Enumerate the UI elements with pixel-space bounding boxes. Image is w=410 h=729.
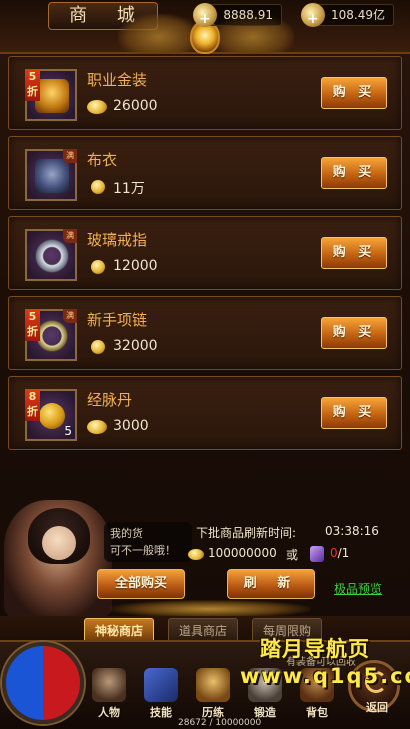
item-price: 12000 xyxy=(87,257,247,279)
skill-book-icon xyxy=(144,668,178,702)
hud-training-button[interactable]: 历练 xyxy=(190,668,236,722)
npc-speech-bubble: 我的货 可不一般哦！ xyxy=(104,522,192,562)
item-slot[interactable]: 满 xyxy=(25,149,77,201)
golden-armor-icon xyxy=(35,79,69,113)
watermark-url: www.q1q5.com xyxy=(240,664,410,688)
buy-button[interactable]: 购 买 xyxy=(321,317,387,349)
cloth-armor-icon xyxy=(35,159,69,193)
gold-coin-icon xyxy=(91,180,105,194)
ingot-icon xyxy=(188,549,204,560)
item-price: 11万 xyxy=(87,177,247,199)
buy-button[interactable]: 购 买 xyxy=(321,77,387,109)
hud-skill-button[interactable]: 技能 xyxy=(138,668,184,722)
buy-button[interactable]: 购 买 xyxy=(321,397,387,429)
ingot-icon xyxy=(87,100,107,114)
hp-mp-orb xyxy=(2,642,84,724)
shop-item-row: 5折 职业金装 26000 购 买 xyxy=(8,56,402,130)
shop-item-row: 5折 满 新手项链 32000 购 买 xyxy=(8,296,402,370)
refresh-label: 下批商品刷新时间: xyxy=(196,526,297,540)
shop-screen: 商 城 + 8888.91 + 108.49亿 5折 职业金装 26000 购 … xyxy=(0,0,410,729)
shop-item-row: 8折 5 经脉丹 3000 购 买 xyxy=(8,376,402,450)
item-quantity: 5 xyxy=(64,424,72,438)
item-slot[interactable]: 5折 xyxy=(25,69,77,121)
item-price: 26000 xyxy=(87,97,247,119)
currency-gold-display[interactable]: + 108.49亿 xyxy=(301,3,394,27)
buy-button[interactable]: 购 买 xyxy=(321,157,387,189)
item-name: 布衣 xyxy=(87,151,118,169)
item-name: 玻璃戒指 xyxy=(87,231,148,249)
refresh-countdown: 03:38:16 xyxy=(325,524,379,538)
ring-icon xyxy=(35,239,69,273)
shop-item-list: 5折 职业金装 26000 购 买 满 布衣 11万 购 买 满 玻璃戒指 12… xyxy=(8,56,402,506)
discount-badge: 5折 xyxy=(25,309,40,341)
refresh-token-icon xyxy=(310,546,324,562)
npc-speech-text: 我的货 可不一般哦！ xyxy=(110,527,176,557)
corner-tag: 满 xyxy=(63,229,77,243)
character-icon xyxy=(92,668,126,702)
merchant-npc-portrait xyxy=(4,500,112,618)
buy-all-button[interactable]: 全部购买 xyxy=(97,569,185,599)
hud-character-button[interactable]: 人物 xyxy=(86,668,132,722)
pill-icon xyxy=(39,403,65,429)
dragon-ornament-icon xyxy=(118,14,200,52)
refresh-cost-or: 或 xyxy=(286,548,299,562)
item-name: 新手项链 xyxy=(87,311,148,329)
ingot-icon xyxy=(87,420,107,434)
shop-item-row: 满 布衣 11万 购 买 xyxy=(8,136,402,210)
corner-tag: 满 xyxy=(63,149,77,163)
ingot-icon: + xyxy=(193,3,217,27)
refresh-cost-gold: 100000000 xyxy=(208,546,277,560)
item-slot[interactable]: 8折 5 xyxy=(25,389,77,441)
refresh-token-count: 0/1 xyxy=(330,546,350,560)
premium-preview-link[interactable]: 极品预览 xyxy=(334,580,382,597)
watermark-title: 踏月导航页 xyxy=(260,637,370,661)
exp-progress-text: 28672 / 10000000 xyxy=(178,718,262,728)
item-price: 3000 xyxy=(87,417,247,439)
ingot-amount: 8888.91 xyxy=(223,8,273,22)
gold-coin-icon xyxy=(91,340,105,354)
item-name: 职业金装 xyxy=(87,71,148,89)
item-slot[interactable]: 满 xyxy=(25,229,77,281)
necklace-icon xyxy=(35,319,69,353)
item-name: 经脉丹 xyxy=(87,391,133,409)
discount-badge: 5折 xyxy=(25,69,40,101)
header-bar: 商 城 + 8888.91 + 108.49亿 xyxy=(0,0,410,54)
discount-badge: 8折 xyxy=(25,389,40,421)
item-price: 32000 xyxy=(87,337,247,359)
gold-coin-icon xyxy=(91,260,105,274)
currency-ingot-display[interactable]: + 8888.91 xyxy=(193,3,282,27)
shop-item-row: 满 玻璃戒指 12000 购 买 xyxy=(8,216,402,290)
gold-amount: 108.49亿 xyxy=(331,8,385,22)
refresh-button[interactable]: 刷 新 xyxy=(227,569,315,599)
corner-tag: 满 xyxy=(63,309,77,323)
training-icon xyxy=(196,668,230,702)
gold-pile-icon: + xyxy=(301,3,325,27)
buy-button[interactable]: 购 买 xyxy=(321,237,387,269)
item-slot[interactable]: 5折 满 xyxy=(25,309,77,361)
